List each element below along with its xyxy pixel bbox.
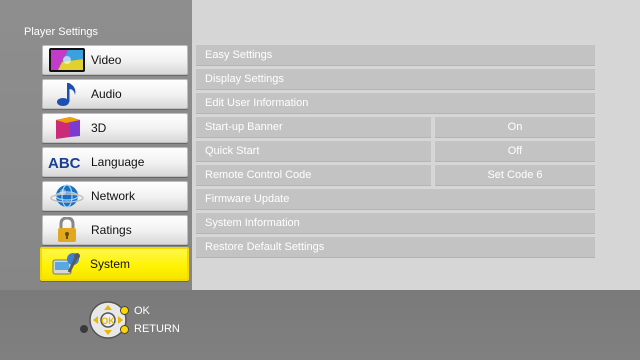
category-label: System [90,257,131,271]
setting-label: Easy Settings [205,49,273,61]
gray-dot-icon [80,325,88,333]
setting-label: Quick Start [205,145,260,157]
setting-label: Restore Default Settings [205,241,325,253]
category-label: 3D [91,121,107,135]
category-video[interactable]: Video [42,45,188,75]
setting-startup-banner[interactable]: Start-up Banner [196,116,431,138]
setting-remote-control-code[interactable]: Remote Control Code [196,164,431,186]
setting-value: Set Code 6 [487,169,543,181]
category-audio[interactable]: Audio [42,79,188,109]
category-label: Ratings [91,223,132,237]
system-icon [46,250,86,278]
setting-startup-banner-value[interactable]: On [435,116,595,138]
category-language[interactable]: ABC Language [42,147,188,177]
category-network[interactable]: Network [42,181,188,211]
setting-restore-default-settings[interactable]: Restore Default Settings [196,236,595,258]
setting-value: On [507,121,523,133]
setting-quick-start-value[interactable]: Off [435,140,595,162]
category-3d[interactable]: 3D [42,113,188,143]
setting-label: Remote Control Code [205,169,312,181]
padlock-icon [47,216,87,244]
3d-cube-icon [47,114,87,142]
setting-label: System Information [205,217,300,229]
return-indicator-icon [120,325,129,334]
svg-text:ABC: ABC [48,155,81,172]
setting-remote-control-code-value[interactable]: Set Code 6 [435,164,595,186]
setting-edit-user-information[interactable]: Edit User Information [196,92,595,114]
setting-label: Display Settings [205,73,284,85]
category-label: Language [91,155,145,169]
abc-icon: ABC [47,148,87,176]
setting-label: Start-up Banner [205,121,283,133]
category-label: Video [91,53,122,67]
setting-label: Edit User Information [205,97,309,109]
return-label: RETURN [134,323,180,335]
music-note-icon [47,80,87,108]
category-system[interactable]: System [40,247,189,281]
setting-label: Firmware Update [205,193,290,205]
video-icon [47,46,87,74]
setting-easy-settings[interactable]: Easy Settings [196,44,595,66]
svg-text:OK: OK [101,316,115,326]
panel-title: Player Settings [24,26,98,38]
ok-label: OK [134,305,150,317]
globe-icon [47,182,87,210]
category-label: Network [91,189,136,203]
category-ratings[interactable]: Ratings [42,215,188,245]
ok-indicator-icon [120,306,129,315]
setting-quick-start[interactable]: Quick Start [196,140,431,162]
setting-firmware-update[interactable]: Firmware Update [196,188,595,210]
setting-system-information[interactable]: System Information [196,212,595,234]
category-label: Audio [91,87,122,101]
setting-value: Off [507,145,523,157]
setting-display-settings[interactable]: Display Settings [196,68,595,90]
